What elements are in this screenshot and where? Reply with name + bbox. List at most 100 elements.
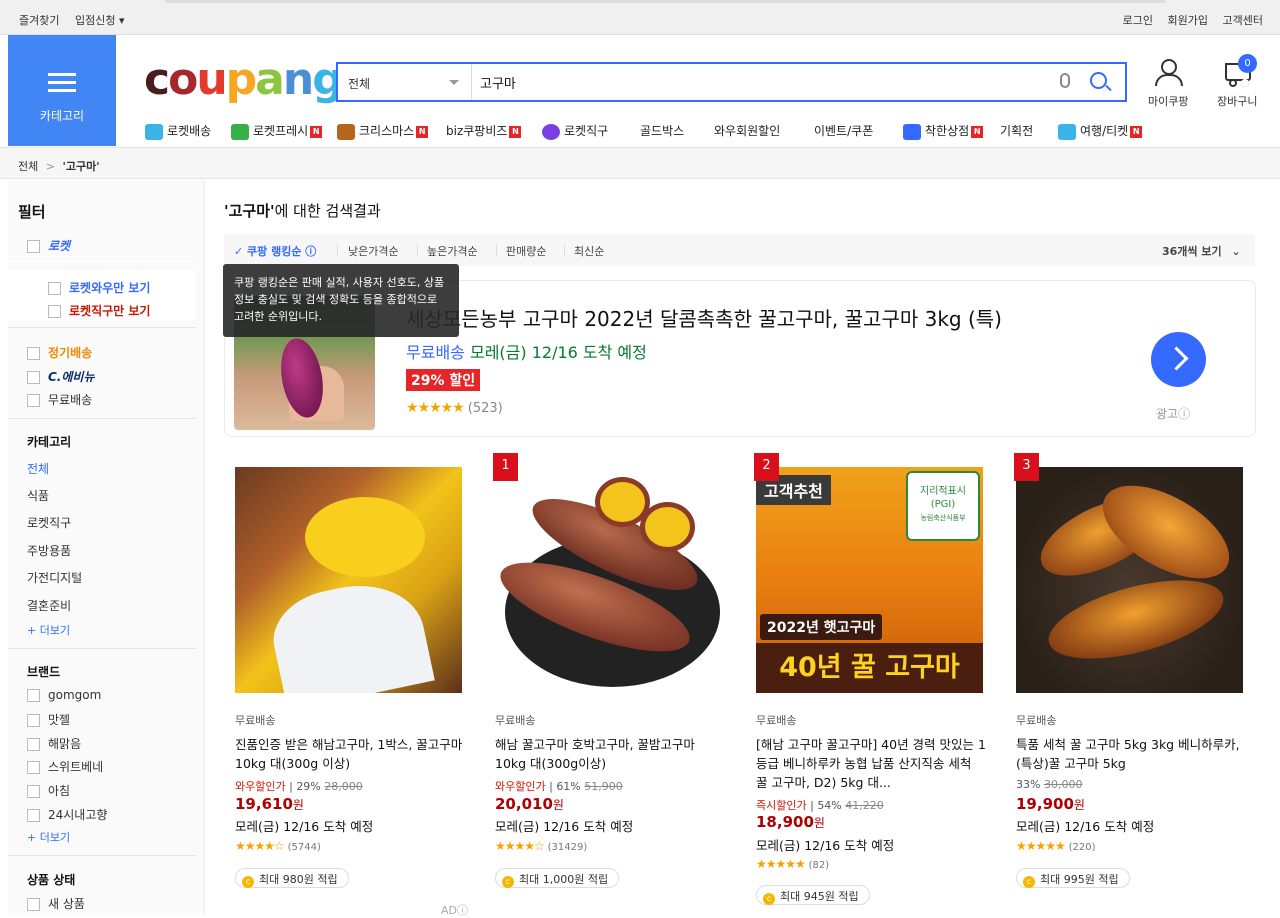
coupang-logo[interactable]: coupang: [144, 54, 344, 106]
nav-item-rocket-direct[interactable]: 로켓직구: [542, 122, 608, 140]
breadcrumb-separator: >: [45, 160, 55, 173]
reward-points-badge: c 최대 995원 적립: [1016, 868, 1130, 888]
ad-arrow-button[interactable]: [1151, 332, 1206, 387]
brand-filter-item[interactable]: gomgom: [27, 688, 101, 702]
category-menu-button[interactable]: 카테고리: [8, 35, 116, 146]
free-shipping-filter[interactable]: 무료배송: [27, 391, 92, 408]
search-input[interactable]: [480, 70, 1040, 94]
nav-item-promotions[interactable]: 기획전: [1000, 122, 1033, 139]
breadcrumb-root[interactable]: 전체: [18, 160, 38, 173]
product-name[interactable]: 진품인증 받은 해남고구마, 1박스, 꿀고구마 10kg 대(300g 이상): [235, 735, 465, 773]
sort-sales[interactable]: 판매량순: [506, 243, 546, 259]
filter-sidebar: 필터 로켓 로켓와우만 보기 로켓직구만 보기 정기배송 C.에비뉴 무료배송 …: [8, 180, 205, 915]
free-shipping-label: 무료배송: [756, 714, 797, 727]
product-image[interactable]: [1016, 467, 1243, 693]
ad-title[interactable]: 세상모든농부 고구마 2022년 달콤촉촉한 꿀고구마, 꿀고구마 3kg (특…: [406, 303, 1002, 332]
rocket-wow-filter[interactable]: 로켓와우만 보기: [48, 279, 150, 296]
search-icon[interactable]: [1090, 72, 1107, 89]
category-item-electronics[interactable]: 가전디지털: [27, 569, 82, 586]
status-filter-new[interactable]: 새 상품: [27, 895, 85, 912]
product-rating: ★★★★☆ (5744): [235, 839, 321, 853]
product-image[interactable]: [495, 467, 722, 693]
rocket-filter[interactable]: 로켓: [27, 237, 70, 254]
ad-label[interactable]: 광고ⓘ: [1156, 405, 1190, 422]
user-icon: [1153, 57, 1184, 87]
rocket-direct-filter[interactable]: 로켓직구만 보기: [48, 302, 150, 319]
seller-apply-link[interactable]: 입점신청 ▾: [75, 14, 125, 27]
view-count-select[interactable]: 36개씩 보기 ⌄: [1162, 243, 1241, 259]
rocket-fresh-icon: [231, 123, 249, 140]
brand-filter-item[interactable]: 맛젤: [27, 711, 70, 728]
nav-item-biz[interactable]: biz쿠팡비즈 N: [446, 122, 522, 139]
brand-filter-item[interactable]: 해맑음: [27, 735, 81, 752]
year-banner: 2022년 햇고구마: [760, 614, 883, 640]
product-card[interactable]: 3 무료배송 특품 세척 꿀 고구마 5kg 3kg 베니하루카, (특상)꿀 …: [1006, 453, 1246, 913]
product-rating: ★★★★☆ (31429): [495, 839, 588, 853]
bookmark-link[interactable]: 즐겨찾기: [19, 14, 59, 27]
category-item-kitchen[interactable]: 주방용품: [27, 542, 71, 559]
category-item-wedding[interactable]: 결혼준비: [27, 597, 71, 614]
delivery-date: 모레(금) 12/16 도착 예정: [1016, 819, 1155, 834]
top-banner-strip: [165, 0, 1165, 3]
category-more-link[interactable]: + 더보기: [27, 622, 70, 638]
category-item-food[interactable]: 식품: [27, 487, 49, 504]
login-link[interactable]: 로그인: [1123, 14, 1153, 27]
sort-ranking[interactable]: ✓ 쿠팡 랭킹순 ⓘ: [234, 243, 316, 259]
brand-filter-item[interactable]: 스위트베네: [27, 758, 103, 775]
cart-label: 장바구니: [1217, 95, 1258, 108]
ranking-tooltip: 쿠팡 랭킹순은 판매 실적, 사용자 선호도, 상품 정보 충실도 및 검색 정…: [223, 264, 459, 337]
ad-footer-label[interactable]: ADⓘ: [441, 902, 468, 918]
signup-link[interactable]: 회원가입: [1168, 14, 1208, 27]
chevron-down-icon: [449, 80, 459, 85]
microphone-icon[interactable]: [1060, 73, 1070, 88]
free-shipping-label: 무료배송: [495, 714, 536, 727]
product-card[interactable]: 2 고객추천 지리적표시 (PGI) 농림축산식품부 2022년 햇고구마 40년 …: [746, 453, 986, 913]
product-image[interactable]: 고객추천 지리적표시 (PGI) 농림축산식품부 2022년 햇고구마 40년 꿀 …: [756, 467, 983, 693]
new-badge: N: [310, 125, 323, 138]
sort-high-price[interactable]: 높은가격순: [427, 243, 478, 259]
nav-item-rocket-delivery[interactable]: 로켓배송: [145, 122, 211, 140]
product-name[interactable]: [해남 고구마 꿀고구마] 40년 경력 맛있는 1등급 베니하루카 농협 납품…: [756, 735, 986, 792]
product-price: 18,900원: [756, 813, 825, 831]
coin-icon: c: [1023, 876, 1035, 888]
sort-newest[interactable]: 최신순: [574, 243, 604, 259]
nav-item-wow-discount[interactable]: 와우회원할인: [714, 122, 780, 139]
brand-filter-item[interactable]: 아침: [27, 782, 70, 799]
product-card[interactable]: 1 무료배송 해남 꿀고구마 호박고구마, 꿀밤고구마 10kg 대(300g이…: [485, 453, 725, 913]
new-badge: N: [416, 125, 429, 138]
cart-count-badge: 0: [1238, 54, 1257, 73]
rank-badge: 3: [1014, 453, 1039, 481]
store-icon: [903, 123, 921, 140]
product-card[interactable]: 무료배송 진품인증 받은 해남고구마, 1박스, 꿀고구마 10kg 대(300…: [225, 453, 465, 913]
product-name[interactable]: 해남 꿀고구마 호박고구마, 꿀밤고구마 10kg 대(300g이상): [495, 735, 725, 773]
hamburger-icon: [48, 73, 76, 97]
nav-item-events-coupons[interactable]: 이벤트/쿠폰: [814, 122, 873, 139]
nav-item-travel[interactable]: 여행/티켓 N: [1058, 122, 1143, 140]
category-item-all[interactable]: 전체: [27, 460, 49, 477]
evenue-filter[interactable]: C.에비뉴: [27, 368, 95, 385]
discount-line: 와우할인가 | 61% 51,900: [495, 780, 623, 793]
category-item-rocket-direct[interactable]: 로켓직구: [27, 514, 71, 531]
top-utility-bar: 즐겨찾기 입점신청 ▾ 로그인 회원가입 고객센터: [0, 0, 1280, 35]
customer-center-link[interactable]: 고객센터: [1223, 14, 1263, 27]
product-rating: ★★★★★ (82): [756, 857, 830, 871]
breadcrumb-current: '고구마': [62, 160, 100, 173]
nav-item-good-store[interactable]: 착한상점 N: [903, 122, 984, 140]
rank-badge: 1: [493, 453, 518, 481]
sort-low-price[interactable]: 낮은가격순: [348, 243, 399, 259]
nav-item-goldbox[interactable]: 골드박스: [640, 122, 684, 139]
reward-points-badge: c 최대 980원 적립: [235, 868, 349, 888]
nav-item-christmas[interactable]: 크리스마스 N: [337, 122, 429, 140]
search-category-select[interactable]: 전체: [338, 64, 472, 100]
delivery-date: 모레(금) 12/16 도착 예정: [495, 819, 634, 834]
product-name[interactable]: 특품 세척 꿀 고구마 5kg 3kg 베니하루카, (특상)꿀 고구마 5kg: [1016, 735, 1246, 773]
product-price: 19,900원: [1016, 795, 1085, 813]
free-shipping-label: 무료배송: [1016, 714, 1057, 727]
my-coupang-button[interactable]: 마이쿠팡: [1148, 57, 1188, 109]
nav-item-rocket-fresh[interactable]: 로켓프레시 N: [231, 122, 323, 140]
product-image[interactable]: [235, 467, 462, 693]
subscription-filter[interactable]: 정기배송: [27, 344, 92, 361]
brand-filter-item[interactable]: 24시내고향: [27, 806, 107, 823]
brand-more-link[interactable]: + 더보기: [27, 829, 70, 845]
product-rating: ★★★★★ (220): [1016, 839, 1096, 853]
